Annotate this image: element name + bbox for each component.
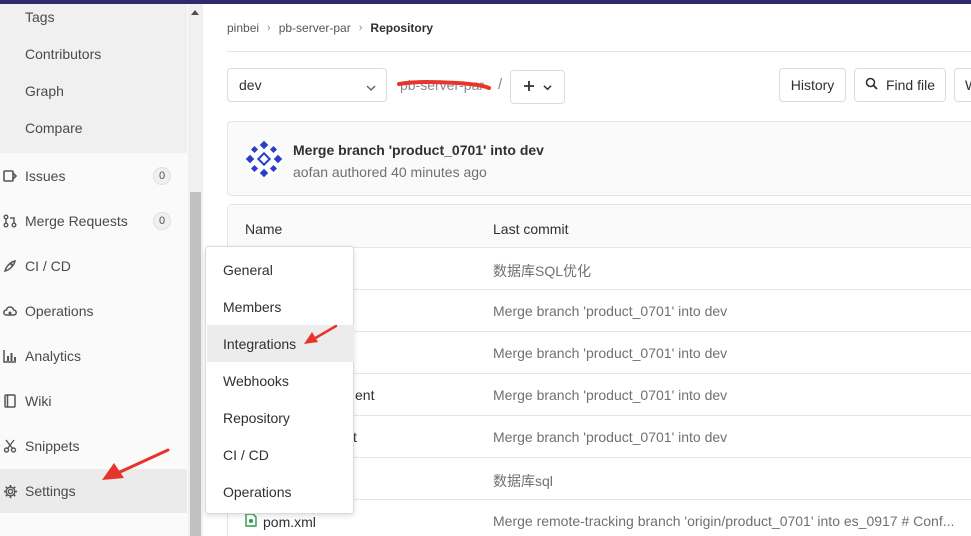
branch-selector[interactable]: dev bbox=[227, 68, 387, 102]
web-ide-label: W bbox=[965, 77, 971, 93]
sidebar-item-label: CI / CD bbox=[25, 258, 71, 274]
breadcrumb-current[interactable]: Repository bbox=[370, 21, 433, 35]
book-icon bbox=[2, 393, 18, 409]
row-commit-message[interactable]: Merge branch 'product_0701' into dev bbox=[493, 345, 727, 361]
history-button-label: History bbox=[790, 77, 835, 93]
sidebar-item-label: Operations bbox=[25, 303, 94, 319]
rocket-icon bbox=[2, 258, 18, 274]
issues-icon bbox=[2, 168, 18, 184]
chart-icon bbox=[2, 348, 18, 364]
breadcrumb: pinbei › pb-server-par › Repository bbox=[227, 21, 433, 35]
repository-submenu: Tags Contributors Graph Compare bbox=[0, 4, 187, 153]
scissors-icon bbox=[2, 438, 18, 454]
last-commit-panel: Merge branch 'product_0701' into dev aof… bbox=[227, 121, 971, 196]
sidebar-item-issues[interactable]: Issues 0 bbox=[0, 154, 187, 198]
sidebar-item-label: Merge Requests bbox=[25, 213, 128, 229]
sidebar-item-label: Settings bbox=[25, 483, 76, 499]
chevron-down-icon bbox=[366, 80, 376, 96]
search-icon bbox=[865, 77, 878, 93]
submenu-item-graph[interactable]: Graph bbox=[25, 83, 64, 99]
file-icon bbox=[245, 513, 257, 530]
sidebar-item-label: Snippets bbox=[25, 438, 80, 454]
merge-requests-count-badge: 0 bbox=[153, 212, 171, 230]
row-commit-message[interactable]: Merge branch 'product_0701' into dev bbox=[493, 387, 727, 403]
sidebar-item-label: Issues bbox=[25, 168, 66, 184]
submenu-item-tags[interactable]: Tags bbox=[25, 9, 55, 25]
avatar[interactable] bbox=[245, 140, 283, 178]
chevron-down-icon bbox=[543, 79, 552, 95]
project-sidebar: Tags Contributors Graph Compare Issues 0… bbox=[0, 4, 203, 536]
flyout-item-repository[interactable]: Repository bbox=[207, 399, 354, 436]
add-to-tree-dropdown[interactable] bbox=[510, 70, 565, 104]
file-name[interactable]: ent bbox=[355, 387, 374, 403]
flyout-item-members[interactable]: Members bbox=[207, 288, 354, 325]
sidebar-item-label: Wiki bbox=[25, 393, 52, 409]
chevron-right-icon: › bbox=[267, 22, 271, 34]
flyout-item-ci-cd[interactable]: CI / CD bbox=[207, 436, 354, 473]
merge-request-icon bbox=[2, 213, 18, 229]
breadcrumb-project[interactable]: pb-server-par bbox=[279, 21, 351, 35]
web-ide-button[interactable]: W bbox=[954, 68, 971, 102]
flyout-item-webhooks[interactable]: Webhooks bbox=[207, 362, 354, 399]
sidebar-item-operations[interactable]: Operations bbox=[0, 289, 187, 333]
row-commit-message[interactable]: Merge remote-tracking branch 'origin/pro… bbox=[493, 513, 954, 529]
gear-icon bbox=[2, 483, 18, 499]
cloud-gear-icon bbox=[2, 303, 18, 319]
submenu-item-compare[interactable]: Compare bbox=[25, 120, 83, 136]
scroll-up-arrow-icon[interactable] bbox=[191, 10, 199, 15]
red-redaction-scribble bbox=[397, 80, 491, 90]
commit-author-meta: aofan authored 40 minutes ago bbox=[293, 164, 487, 180]
column-header-name: Name bbox=[245, 221, 283, 237]
path-separator: / bbox=[498, 76, 503, 93]
find-file-label: Find file bbox=[885, 77, 936, 93]
sidebar-item-settings[interactable]: Settings bbox=[0, 469, 187, 513]
history-button[interactable]: History bbox=[779, 68, 846, 102]
settings-flyout-menu: General Members Integrations Webhooks Re… bbox=[205, 246, 354, 514]
file-name: pom.xml bbox=[263, 513, 316, 530]
header-divider bbox=[227, 51, 971, 52]
sidebar-item-label: Analytics bbox=[25, 348, 82, 364]
plus-icon bbox=[523, 79, 535, 95]
sidebar-item-analytics[interactable]: Analytics bbox=[0, 334, 187, 378]
row-commit-message[interactable]: 数据库sql bbox=[493, 471, 553, 491]
file-name-cell[interactable]: pom.xml bbox=[245, 513, 316, 530]
flyout-item-integrations[interactable]: Integrations bbox=[207, 325, 354, 362]
chevron-right-icon: › bbox=[358, 22, 363, 34]
commit-title-link[interactable]: Merge branch 'product_0701' into dev bbox=[293, 142, 544, 158]
branch-name: dev bbox=[239, 77, 262, 93]
breadcrumb-group[interactable]: pinbei bbox=[227, 21, 259, 35]
sidebar-scroll-thumb[interactable] bbox=[190, 192, 201, 536]
sidebar-item-merge-requests[interactable]: Merge Requests 0 bbox=[0, 199, 187, 243]
issues-count-badge: 0 bbox=[153, 167, 171, 185]
flyout-item-operations[interactable]: Operations bbox=[207, 473, 354, 510]
find-file-button[interactable]: Find file bbox=[854, 68, 946, 102]
row-commit-message[interactable]: 数据库SQL优化 bbox=[493, 261, 591, 281]
submenu-item-contributors[interactable]: Contributors bbox=[25, 46, 101, 62]
row-commit-message[interactable]: Merge branch 'product_0701' into dev bbox=[493, 429, 727, 445]
table-header: Name Last commit bbox=[228, 205, 971, 248]
sidebar-item-ci-cd[interactable]: CI / CD bbox=[0, 244, 187, 288]
row-commit-message[interactable]: Merge branch 'product_0701' into dev bbox=[493, 303, 727, 319]
sidebar-item-snippets[interactable]: Snippets bbox=[0, 424, 187, 468]
sidebar-item-wiki[interactable]: Wiki bbox=[0, 379, 187, 423]
column-header-last-commit: Last commit bbox=[493, 221, 569, 237]
flyout-item-general[interactable]: General bbox=[207, 251, 354, 288]
